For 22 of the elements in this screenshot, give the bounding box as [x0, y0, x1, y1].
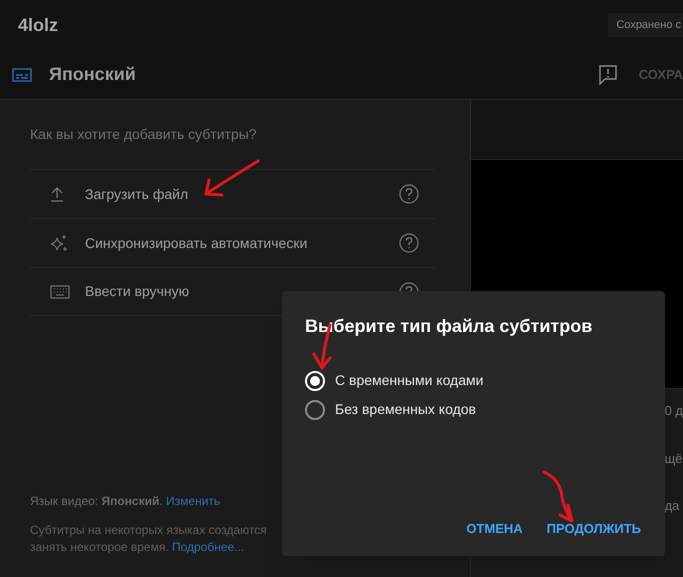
partial-text: 0 д [664, 402, 683, 420]
save-status: Сохранено с [608, 12, 683, 38]
cancel-button[interactable]: ОТМЕНА [466, 518, 523, 538]
radio-label[interactable]: Без временных кодов [335, 399, 476, 420]
option-label[interactable]: Загрузить файл [85, 184, 399, 204]
keyboard-icon [50, 284, 70, 298]
radio-button[interactable] [305, 400, 325, 420]
sparkle-icon [50, 234, 68, 252]
continue-button[interactable]: ПРОДОЛЖИТЬ [546, 518, 641, 538]
channel-name: 4lolz [18, 14, 58, 36]
partial-text: да [664, 497, 680, 515]
partial-text: щё [664, 450, 683, 468]
subtitles-icon [12, 68, 32, 82]
option-label[interactable]: Синхронизировать автоматически [85, 232, 399, 254]
radio-label[interactable]: С временными кодами [335, 370, 484, 391]
feedback-icon[interactable] [598, 64, 617, 84]
language-title: Японский [49, 63, 136, 86]
dialog-title: Выберите тип файла субтитров [305, 315, 594, 338]
upload-icon [50, 186, 64, 202]
help-icon[interactable] [399, 184, 419, 204]
question-text: Как вы хотите добавить субтитры? [30, 125, 258, 144]
help-icon[interactable] [399, 233, 419, 253]
